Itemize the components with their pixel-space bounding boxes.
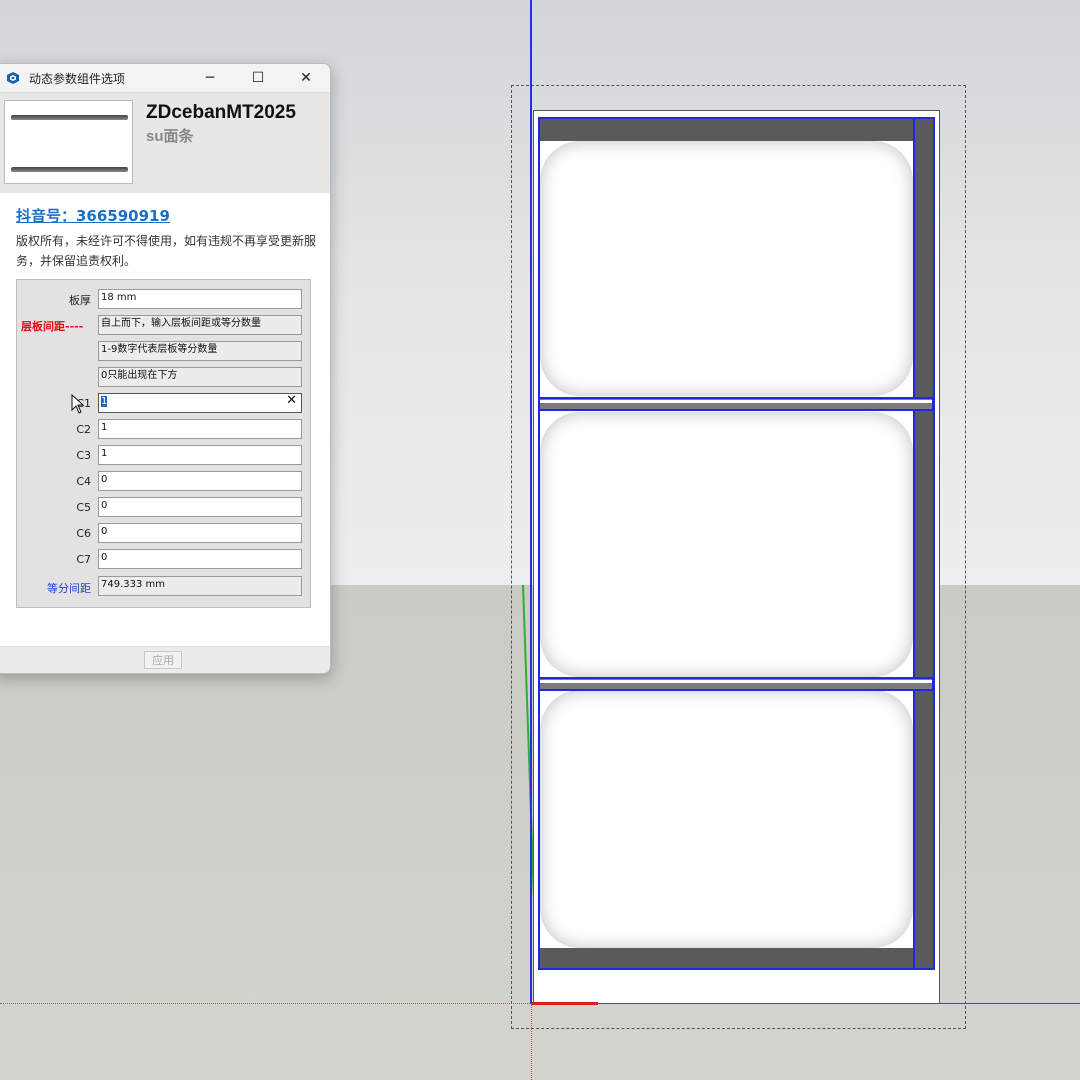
red-axis-negative xyxy=(0,1003,530,1004)
copyright-text: 版权所有，未经许可不得使用，如有违规不再享受更新服务，并保留追责权利。 xyxy=(16,234,317,268)
back-board-outline xyxy=(913,117,935,970)
hint-field-3: 0只能出现在下方 xyxy=(98,367,302,387)
green-axis-negative xyxy=(531,1004,532,1080)
title-bar[interactable]: 动态参数组件选项 ─ ☐ ✕ xyxy=(0,64,330,92)
shelf-spacing-label: 层板间距---- xyxy=(21,320,84,333)
c3-label: C3 xyxy=(76,449,91,462)
thumbnail-bottom-board xyxy=(11,167,128,172)
c4-input[interactable]: 0 xyxy=(98,471,302,491)
component-subtitle: su面条 xyxy=(146,128,194,145)
c2-input[interactable]: 1 xyxy=(98,419,302,439)
c6-label: C6 xyxy=(76,527,91,540)
equal-spacing-field: 749.333 mm xyxy=(98,576,302,596)
dialog-title: 动态参数组件选项 xyxy=(29,71,126,86)
sketchup-logo-icon xyxy=(5,70,21,86)
c1-value: 1 xyxy=(101,396,108,407)
dialog-body: 抖音号：366590919 版权所有，未经许可不得使用，如有违规不再享受更新服务… xyxy=(0,193,330,646)
thumbnail-top-board xyxy=(11,115,128,120)
shelf-2[interactable] xyxy=(538,677,934,691)
blue-axis xyxy=(530,0,532,1004)
c7-label: C7 xyxy=(76,553,91,566)
minimize-button[interactable]: ─ xyxy=(186,64,234,92)
c5-input[interactable]: 0 xyxy=(98,497,302,517)
apply-button[interactable]: 应用 xyxy=(144,651,182,669)
c2-label: C2 xyxy=(76,423,91,436)
component-name: ZDcebanMT2025 xyxy=(146,102,296,123)
mouse-pointer-icon xyxy=(71,394,85,414)
red-axis-highlight xyxy=(532,1002,598,1005)
c5-label: C5 xyxy=(76,501,91,514)
douyin-link[interactable]: 抖音号：366590919 xyxy=(16,205,170,226)
cabinet-selection-outline xyxy=(538,117,935,970)
parameter-panel: 板厚 18 mm 层板间距---- 自上而下，输入层板间距或等分数量 1-9数字… xyxy=(16,279,311,608)
clear-icon[interactable]: ✕ xyxy=(286,394,297,409)
thickness-label: 板厚 xyxy=(69,294,91,307)
component-thumbnail xyxy=(4,100,133,184)
c1-input[interactable]: 1 ✕ xyxy=(98,393,302,413)
c6-input[interactable]: 0 xyxy=(98,523,302,543)
dynamic-component-options-dialog: 动态参数组件选项 ─ ☐ ✕ ZDcebanMT2025 su面条 抖音号：36… xyxy=(0,63,331,674)
equal-spacing-label: 等分间距 xyxy=(47,582,91,595)
hint-field-2: 1-9数字代表层板等分数量 xyxy=(98,341,302,361)
component-header: ZDcebanMT2025 su面条 xyxy=(0,92,330,194)
maximize-button[interactable]: ☐ xyxy=(234,64,282,92)
thickness-field[interactable]: 18 mm xyxy=(98,289,302,309)
dialog-footer: 应用 xyxy=(0,646,330,673)
c4-label: C4 xyxy=(76,475,91,488)
shelf-1[interactable] xyxy=(538,397,934,411)
hint-field-1: 自上而下，输入层板间距或等分数量 xyxy=(98,315,302,335)
c7-input[interactable]: 0 xyxy=(98,549,302,569)
close-button[interactable]: ✕ xyxy=(282,64,330,92)
c3-input[interactable]: 1 xyxy=(98,445,302,465)
red-axis xyxy=(530,1003,1080,1004)
